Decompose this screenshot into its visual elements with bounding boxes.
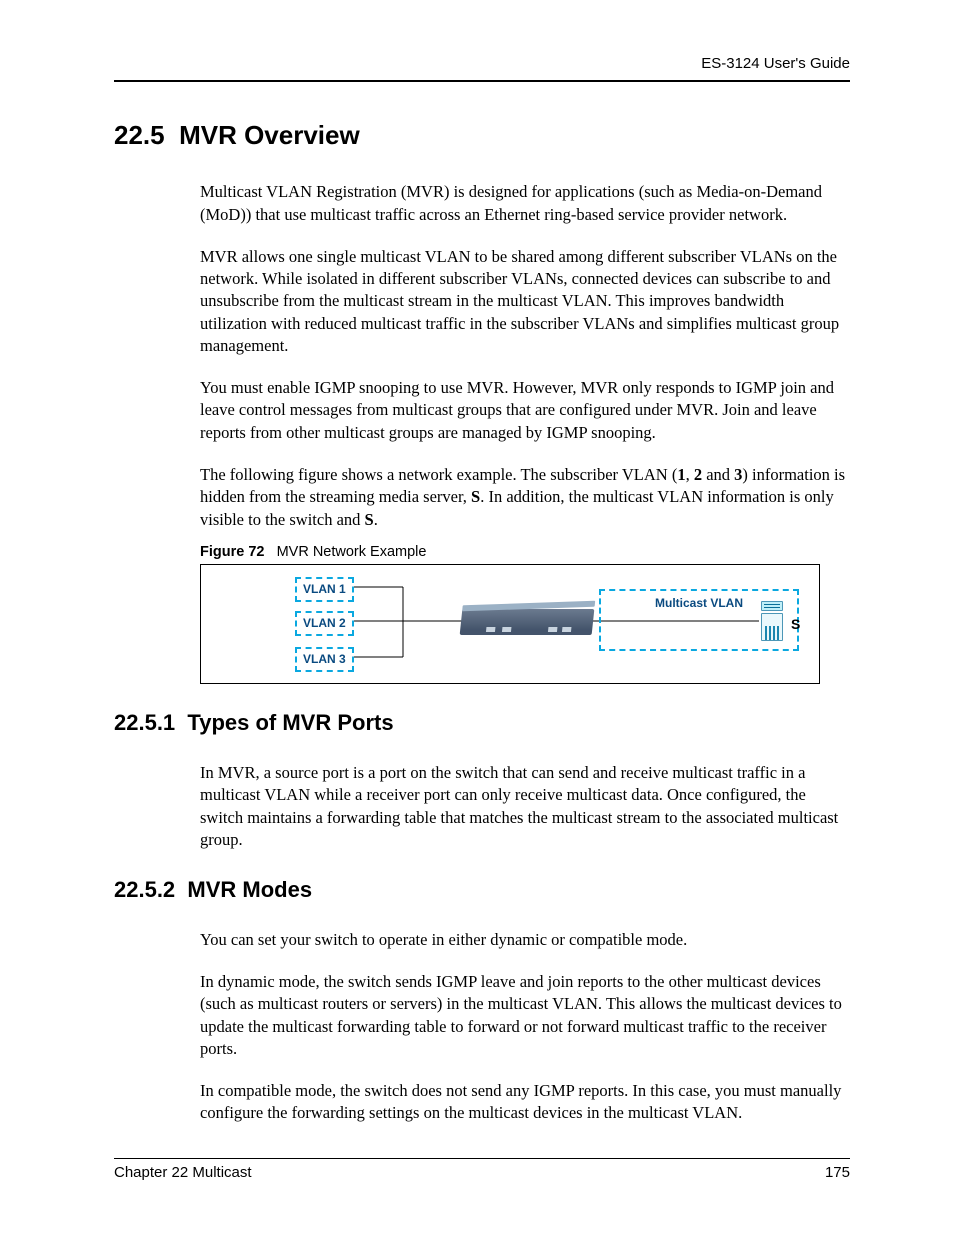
footer-chapter: Chapter 22 Multicast: [114, 1163, 252, 1183]
server-label: S: [791, 615, 800, 634]
header-guide-title: ES-3124 User's Guide: [114, 54, 850, 74]
text-run: and: [702, 465, 734, 484]
text-run: The following figure shows a network exa…: [200, 465, 677, 484]
section-title: MVR Overview: [179, 120, 360, 150]
subsection-number: 22.5.1: [114, 710, 175, 735]
paragraph: MVR allows one single multicast VLAN to …: [200, 246, 850, 357]
paragraph: You must enable IGMP snooping to use MVR…: [200, 377, 850, 444]
figure-label: Figure 72: [200, 544, 264, 560]
server-icon: [761, 601, 783, 645]
bold-text: S: [471, 487, 480, 506]
vlan-1-box: VLAN 1: [295, 577, 354, 601]
switch-icon: [460, 609, 595, 635]
paragraph: In MVR, a source port is a port on the s…: [200, 762, 850, 851]
header-rule: [114, 80, 850, 82]
subsection-heading: 22.5.2 MVR Modes: [114, 875, 850, 905]
subsection-title: MVR Modes: [187, 877, 312, 902]
page-footer: Chapter 22 Multicast 175: [114, 1158, 850, 1183]
paragraph: You can set your switch to operate in ei…: [200, 929, 850, 951]
paragraph: In compatible mode, the switch does not …: [200, 1080, 850, 1125]
section-heading: 22.5 MVR Overview: [114, 118, 850, 153]
figure-caption: Figure 72 MVR Network Example: [200, 543, 850, 563]
vlan-2-box: VLAN 2: [295, 611, 354, 635]
bold-text: S: [365, 510, 374, 529]
multicast-vlan-label: Multicast VLAN: [655, 595, 743, 611]
figure-mvr-network: VLAN 1 VLAN 2 VLAN 3 Multicast VLAN S: [200, 564, 820, 684]
text-run: .: [374, 510, 378, 529]
subsection-title: Types of MVR Ports: [187, 710, 393, 735]
text-run: ,: [686, 465, 694, 484]
vlan-3-box: VLAN 3: [295, 647, 354, 671]
figure-title: MVR Network Example: [277, 544, 427, 560]
paragraph: In dynamic mode, the switch sends IGMP l…: [200, 971, 850, 1060]
bold-text: 2: [694, 465, 702, 484]
bold-text: 1: [677, 465, 685, 484]
paragraph: Multicast VLAN Registration (MVR) is des…: [200, 181, 850, 226]
paragraph: The following figure shows a network exa…: [200, 464, 850, 531]
subsection-heading: 22.5.1 Types of MVR Ports: [114, 708, 850, 738]
footer-page-number: 175: [825, 1163, 850, 1183]
subsection-number: 22.5.2: [114, 877, 175, 902]
footer-rule: [114, 1158, 850, 1159]
section-number: 22.5: [114, 120, 165, 150]
